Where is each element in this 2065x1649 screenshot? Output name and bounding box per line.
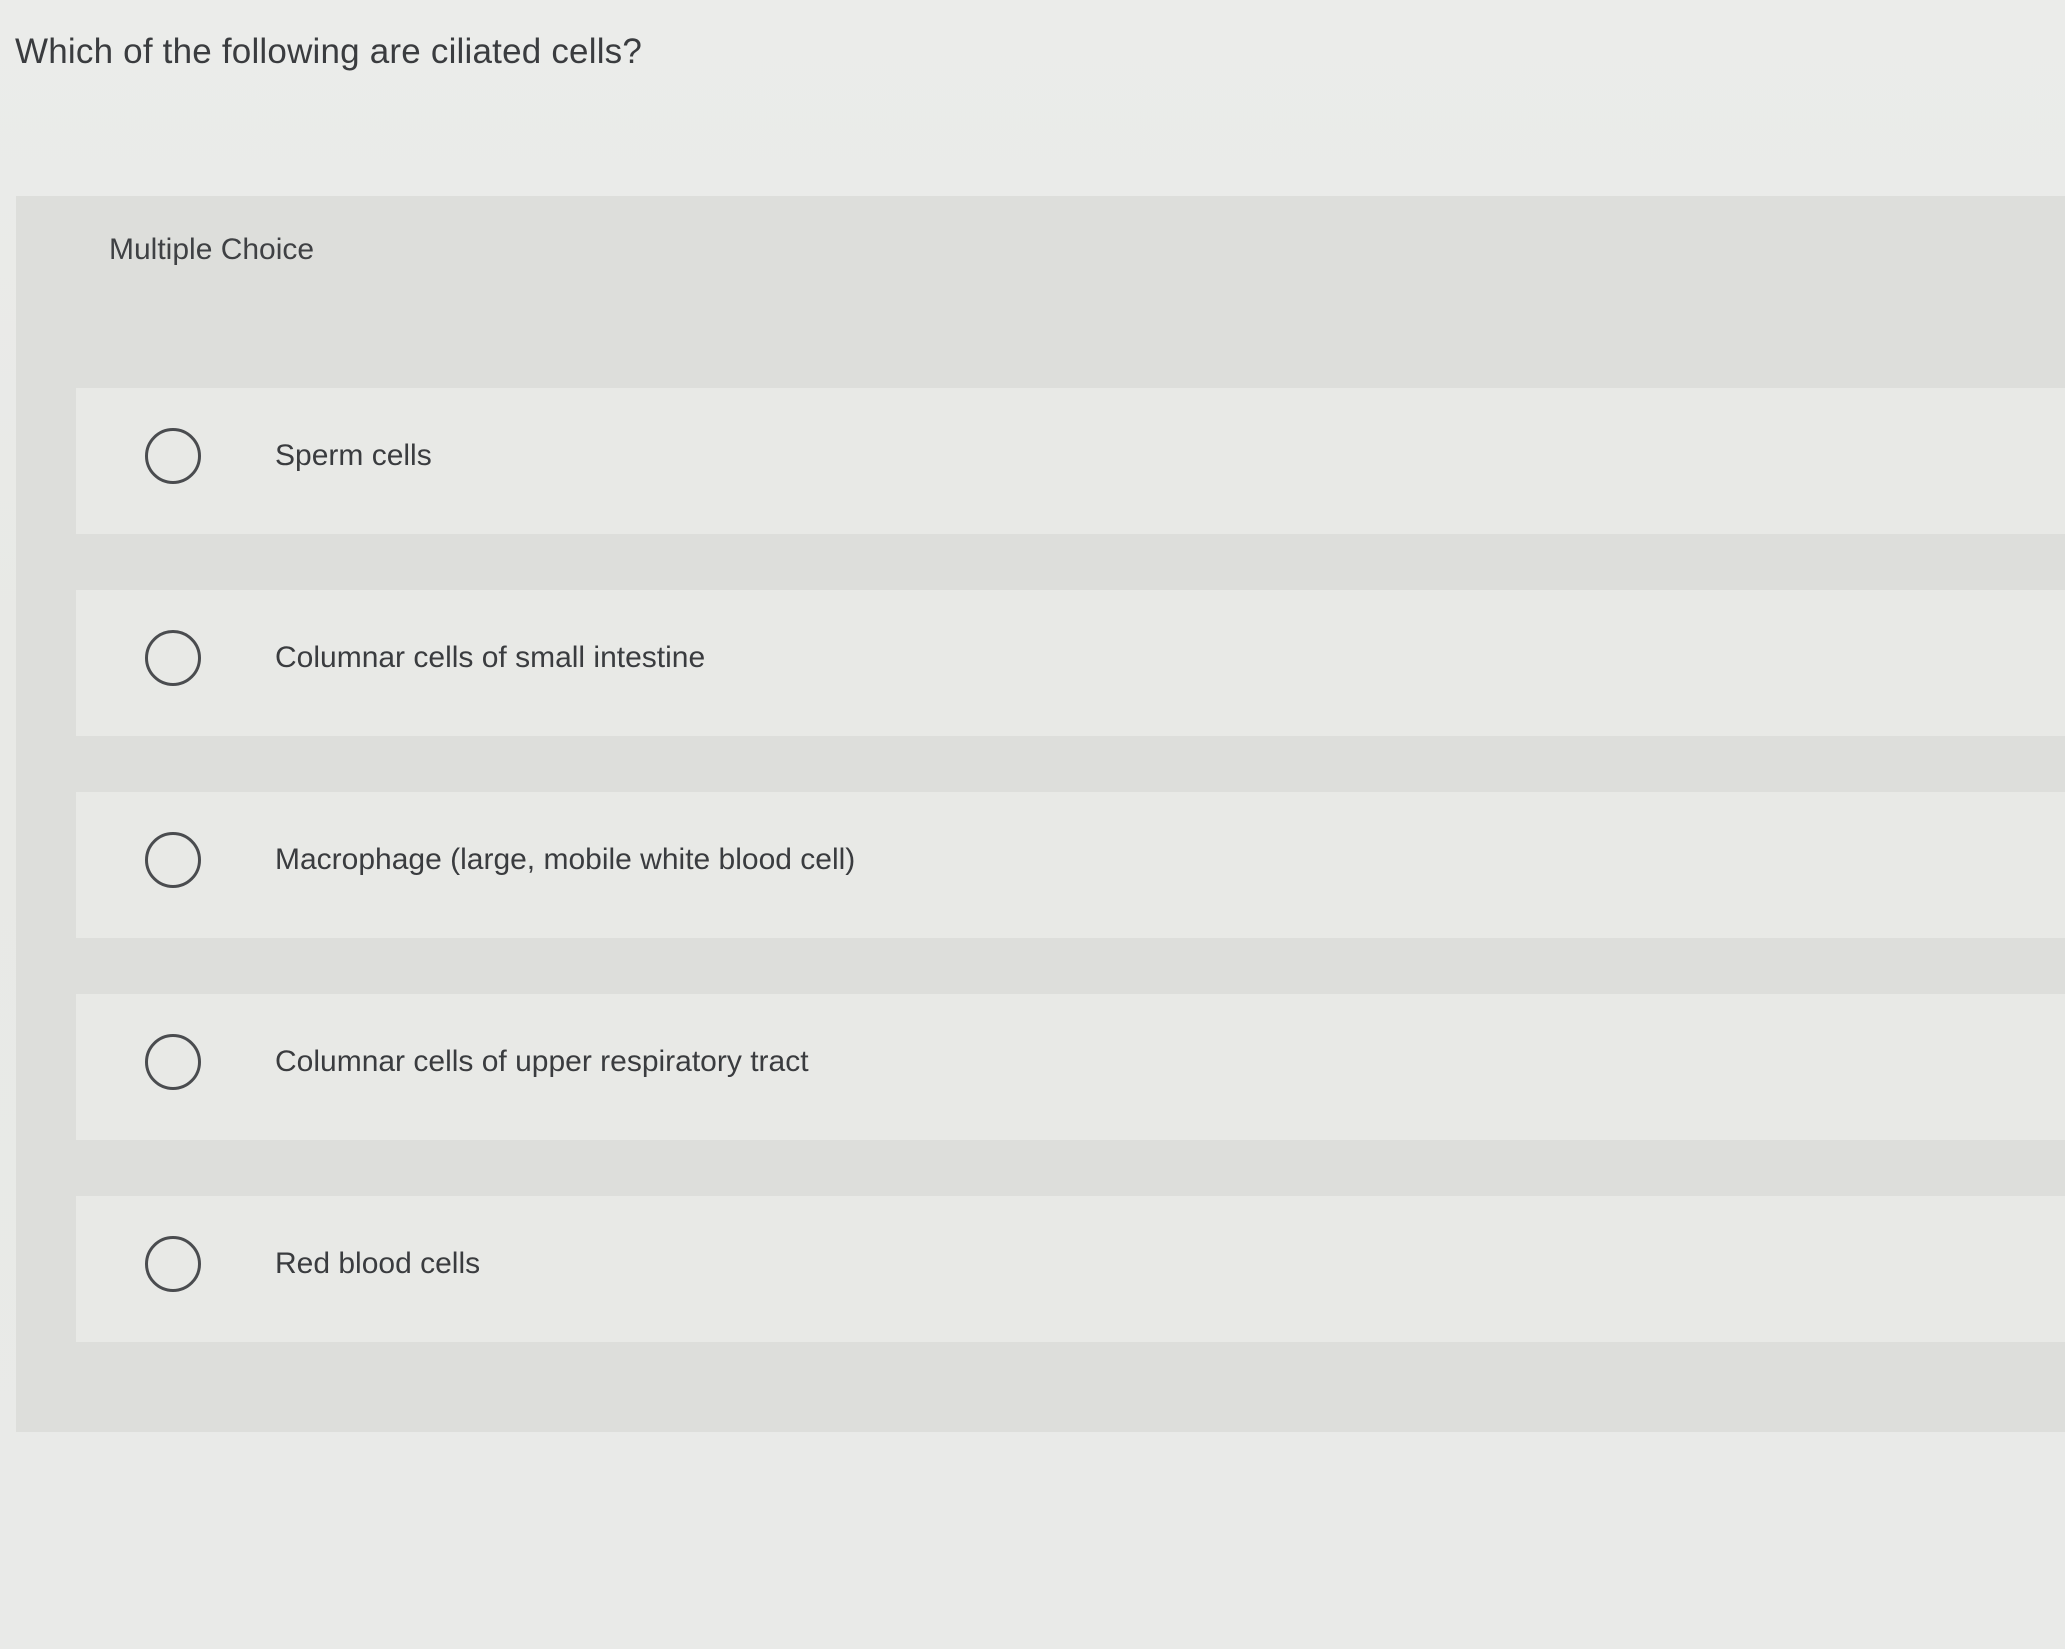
question-type-label: Multiple Choice [109, 233, 315, 266]
radio-button-icon[interactable] [145, 1034, 201, 1090]
answer-options: Sperm cells Columnar cells of small inte… [76, 388, 2065, 1398]
radio-button-icon[interactable] [145, 1236, 201, 1292]
answer-option-label: Columnar cells of upper respiratory trac… [275, 1045, 809, 1078]
answer-option-label: Columnar cells of small intestine [275, 641, 706, 674]
answer-option-red-blood-cells[interactable]: Red blood cells [76, 1196, 2065, 1342]
answer-option-columnar-respiratory-tract[interactable]: Columnar cells of upper respiratory trac… [76, 994, 2065, 1140]
answer-option-macrophage[interactable]: Macrophage (large, mobile white blood ce… [76, 792, 2065, 938]
answer-option-columnar-small-intestine[interactable]: Columnar cells of small intestine [76, 590, 2065, 736]
multiple-choice-panel: Multiple Choice Sperm cells Columnar cel… [16, 196, 2065, 1432]
answer-option-label: Sperm cells [275, 439, 432, 472]
answer-option-label: Macrophage (large, mobile white blood ce… [275, 843, 856, 876]
radio-button-icon[interactable] [145, 630, 201, 686]
answer-option-sperm-cells[interactable]: Sperm cells [76, 388, 2065, 534]
radio-button-icon[interactable] [145, 832, 201, 888]
question-text: Which of the following are ciliated cell… [15, 32, 643, 71]
panel-header: Multiple Choice [16, 196, 2065, 316]
radio-button-icon[interactable] [145, 428, 201, 484]
answer-option-label: Red blood cells [275, 1247, 481, 1280]
